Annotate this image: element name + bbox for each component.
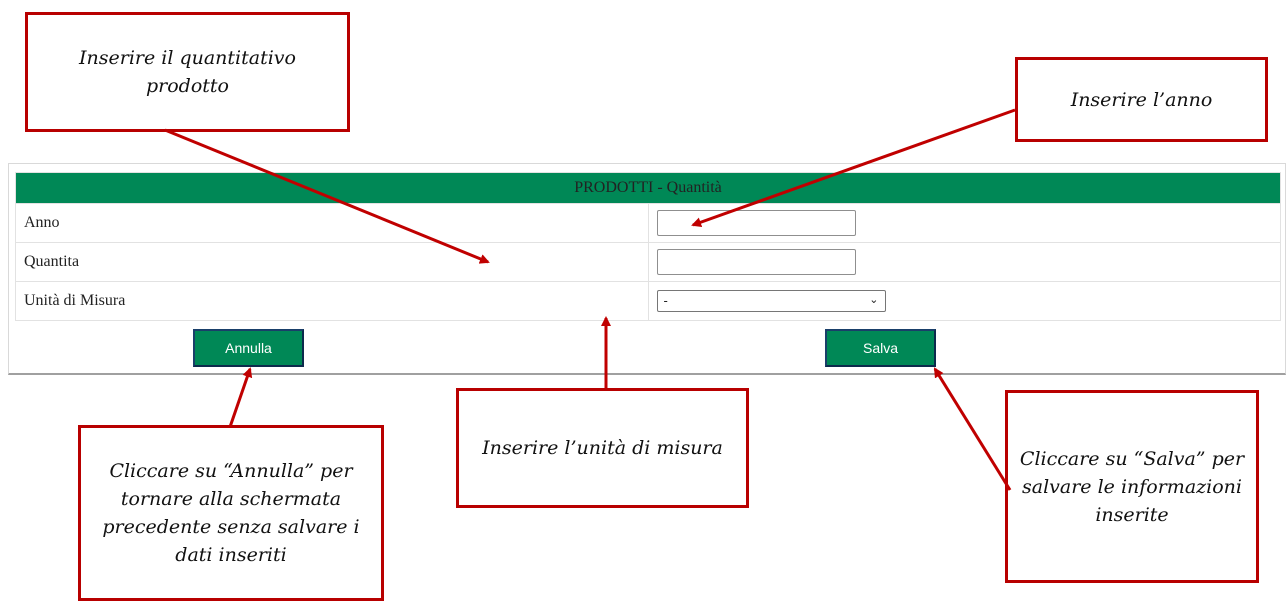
callout-unit: Inserire l’unità di misura: [456, 388, 749, 508]
arrow-cancel: [228, 367, 253, 428]
unit-select[interactable]: - ⌄: [656, 290, 886, 312]
year-label: Anno: [15, 203, 649, 243]
cancel-button[interactable]: Annulla: [193, 329, 304, 367]
quantity-label: Quantita: [15, 242, 649, 282]
callout-year: Inserire l’anno: [1015, 57, 1268, 142]
callout-quantity: Inserire il quantitativo prodotto: [25, 12, 350, 132]
year-input[interactable]: [656, 210, 856, 236]
save-button[interactable]: Salva: [825, 329, 936, 367]
quantity-input[interactable]: [656, 249, 856, 275]
callout-cancel: Cliccare su “Annulla” per tornare alla s…: [78, 425, 384, 601]
form-header: PRODOTTI - Quantità: [15, 172, 1281, 204]
chevron-down-icon: ⌄: [869, 294, 879, 306]
callout-save: Cliccare su “Salva” per salvare le infor…: [1005, 390, 1259, 583]
unit-select-value: -: [663, 293, 668, 308]
product-quantity-form: PRODOTTI - Quantità Anno Quantita Unità …: [15, 172, 1281, 321]
unit-label: Unità di Misura: [15, 281, 649, 321]
arrow-save: [933, 367, 1012, 491]
